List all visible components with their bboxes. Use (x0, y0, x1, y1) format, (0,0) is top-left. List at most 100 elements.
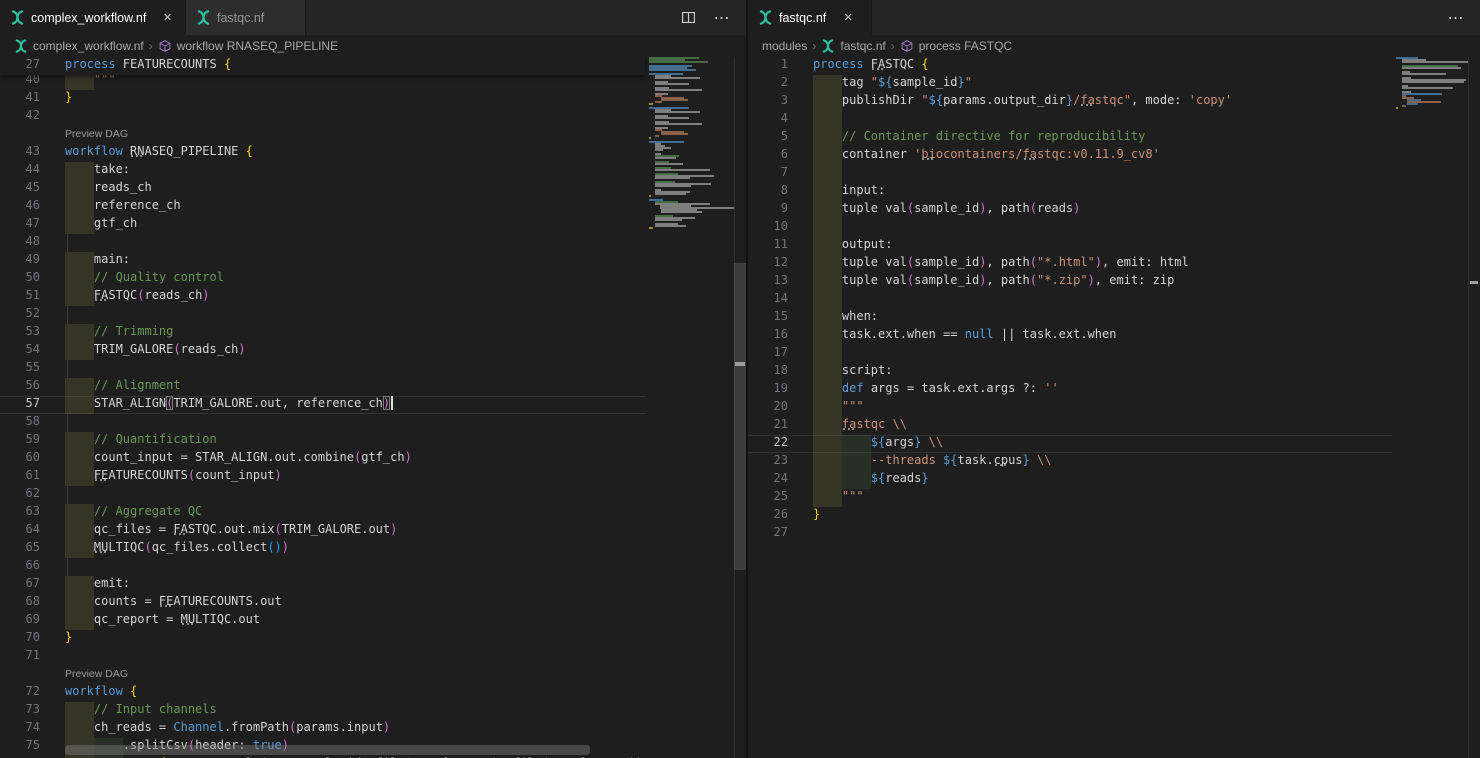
code-line[interactable]: 66 (0, 558, 746, 576)
code-line[interactable]: 48 (0, 234, 746, 252)
code-line[interactable]: 4 (748, 111, 1480, 129)
code-line[interactable]: 26} (748, 507, 1480, 525)
line-number: 23 (748, 453, 788, 467)
code-line[interactable]: 24 ${reads} (748, 471, 1480, 489)
minimap-left[interactable] (645, 57, 734, 758)
code-line[interactable]: 56 // Alignment (0, 378, 746, 396)
line-number: 18 (748, 363, 788, 377)
breadcrumb-item-file[interactable]: fastqc.nf (840, 39, 885, 53)
code-line[interactable]: 49 main: (0, 252, 746, 270)
split-editor-icon[interactable] (678, 8, 698, 28)
code-line[interactable]: 15 when: (748, 309, 1480, 327)
breadcrumb-item-folder[interactable]: modules (762, 39, 807, 53)
code-line[interactable]: 21 fastqc \\ (748, 417, 1480, 435)
codelens-preview-dag[interactable]: Preview DAG (0, 126, 746, 144)
code-line[interactable]: 43workflow RNASEQ_PIPELINE { (0, 144, 746, 162)
code-line[interactable]: 10 (748, 219, 1480, 237)
code-line[interactable]: 57 STAR_ALIGN(TRIM_GALORE.out, reference… (0, 396, 746, 414)
breadcrumb-item-file[interactable]: complex_workflow.nf (33, 39, 144, 53)
line-number: 60 (0, 450, 40, 464)
close-icon[interactable]: ✕ (840, 10, 856, 26)
code-line[interactable]: 55 (0, 360, 746, 378)
code-line[interactable]: 53 // Trimming (0, 324, 746, 342)
tab-complex-workflow-nf[interactable]: complex_workflow.nf ✕ (0, 0, 186, 35)
line-number: 51 (0, 288, 40, 302)
code-line[interactable]: 63 // Aggregate QC (0, 504, 746, 522)
sticky-scroll-line[interactable]: 27process FEATURECOUNTS { (0, 57, 645, 75)
code-line[interactable]: 11 output: (748, 237, 1480, 255)
code-line[interactable]: 41} (0, 90, 746, 108)
breadcrumb-item-symbol[interactable]: workflow RNASEQ_PIPELINE (177, 39, 338, 53)
code-line[interactable]: 60 count_input = STAR_ALIGN.out.combine(… (0, 450, 746, 468)
code-line[interactable]: 9 tuple val(sample_id), path(reads) (748, 201, 1480, 219)
code-editor-right[interactable]: 1process FASTQC {2 tag "${sample_id}"3 p… (748, 57, 1480, 758)
code-line[interactable]: 44 take: (0, 162, 746, 180)
minimap-right[interactable] (1392, 57, 1468, 758)
code-line[interactable]: 19 def args = task.ext.args ?: '' (748, 381, 1480, 399)
code-line[interactable]: 3 publishDir "${params.output_dir}/fastq… (748, 93, 1480, 111)
code-line[interactable]: 51 FASTQC(reads_ch) (0, 288, 746, 306)
code-line[interactable]: 58 (0, 414, 746, 432)
code-line[interactable]: 20 """ (748, 399, 1480, 417)
line-number: 26 (748, 507, 788, 521)
code-line[interactable]: 50 // Quality control (0, 270, 746, 288)
code-line[interactable]: 61 FEATURECOUNTS(count_input) (0, 468, 746, 486)
code-line[interactable]: 25 """ (748, 489, 1480, 507)
code-line[interactable]: 2 tag "${sample_id}" (748, 75, 1480, 93)
code-line[interactable]: 7 (748, 165, 1480, 183)
code-line[interactable]: 17 (748, 345, 1480, 363)
code-line[interactable]: 64 qc_files = FASTQC.out.mix(TRIM_GALORE… (0, 522, 746, 540)
code-line[interactable]: 52 (0, 306, 746, 324)
code-line[interactable]: 16 task.ext.when == null || task.ext.whe… (748, 327, 1480, 345)
code-line[interactable]: 65 MULTIQC(qc_files.collect()) (0, 540, 746, 558)
code-line[interactable]: 71 (0, 648, 746, 666)
code-line[interactable]: 62 (0, 486, 746, 504)
more-actions-icon[interactable]: ⋯ (1446, 8, 1466, 28)
line-number: 17 (748, 345, 788, 359)
code-lines-left: 40 """41}42Preview DAG43workflow RNASEQ_… (0, 57, 746, 758)
code-lines-right: 1process FASTQC {2 tag "${sample_id}"3 p… (748, 57, 1480, 543)
code-line[interactable]: 74 ch_reads = Channel.fromPath(params.in… (0, 720, 746, 738)
code-line[interactable]: 69 qc_report = MULTIQC.out (0, 612, 746, 630)
line-number: 73 (0, 702, 40, 716)
code-line[interactable]: 22 ${args} \\ (748, 435, 1480, 453)
line-number: 53 (0, 324, 40, 338)
code-line[interactable]: 8 input: (748, 183, 1480, 201)
code-line[interactable]: 42 (0, 108, 746, 126)
line-number: 10 (748, 219, 788, 233)
code-line[interactable]: 68 counts = FEATURECOUNTS.out (0, 594, 746, 612)
code-line[interactable]: 72workflow { (0, 684, 746, 702)
code-line[interactable]: 13 tuple val(sample_id), path("*.zip"), … (748, 273, 1480, 291)
line-number: 68 (0, 594, 40, 608)
code-line[interactable]: 18 script: (748, 363, 1480, 381)
codelens-preview-dag[interactable]: Preview DAG (0, 666, 746, 684)
code-line[interactable]: 67 emit: (0, 576, 746, 594)
line-number: 41 (0, 90, 40, 104)
vertical-scrollbar-thumb[interactable] (734, 263, 746, 570)
code-line[interactable]: 27 (748, 525, 1480, 543)
tab-fastqc-nf-left[interactable]: fastqc.nf (186, 0, 306, 35)
code-editor-left[interactable]: 40 """41}42Preview DAG43workflow RNASEQ_… (0, 57, 746, 758)
code-line[interactable]: 6 container 'biocontainers/fastqc:v0.11.… (748, 147, 1480, 165)
code-line[interactable]: 70} (0, 630, 746, 648)
code-line[interactable]: 1process FASTQC { (748, 57, 1480, 75)
code-line[interactable]: 54 TRIM_GALORE(reads_ch) (0, 342, 746, 360)
nextflow-file-icon (14, 39, 28, 53)
code-line[interactable]: 45 reads_ch (0, 180, 746, 198)
code-line[interactable]: 12 tuple val(sample_id), path("*.html"),… (748, 255, 1480, 273)
code-line[interactable]: 59 // Quantification (0, 432, 746, 450)
line-number: 57 (0, 396, 40, 410)
horizontal-scrollbar-thumb[interactable] (65, 745, 590, 755)
overview-ruler-mark (1470, 281, 1478, 284)
more-actions-icon[interactable]: ⋯ (712, 8, 732, 28)
code-line[interactable]: 23 --threads ${task.cpus} \\ (748, 453, 1480, 471)
code-line[interactable]: 47 gtf_ch (0, 216, 746, 234)
code-line[interactable]: 5 // Container directive for reproducibi… (748, 129, 1480, 147)
tab-fastqc-nf-right[interactable]: fastqc.nf ✕ (748, 0, 872, 35)
close-icon[interactable]: ✕ (160, 10, 175, 26)
code-line[interactable]: 73 // Input channels (0, 702, 746, 720)
breadcrumb-item-symbol[interactable]: process FASTQC (919, 39, 1012, 53)
code-line[interactable]: 46 reference_ch (0, 198, 746, 216)
code-line[interactable]: 27process FEATURECOUNTS { (0, 57, 645, 75)
code-line[interactable]: 14 (748, 291, 1480, 309)
